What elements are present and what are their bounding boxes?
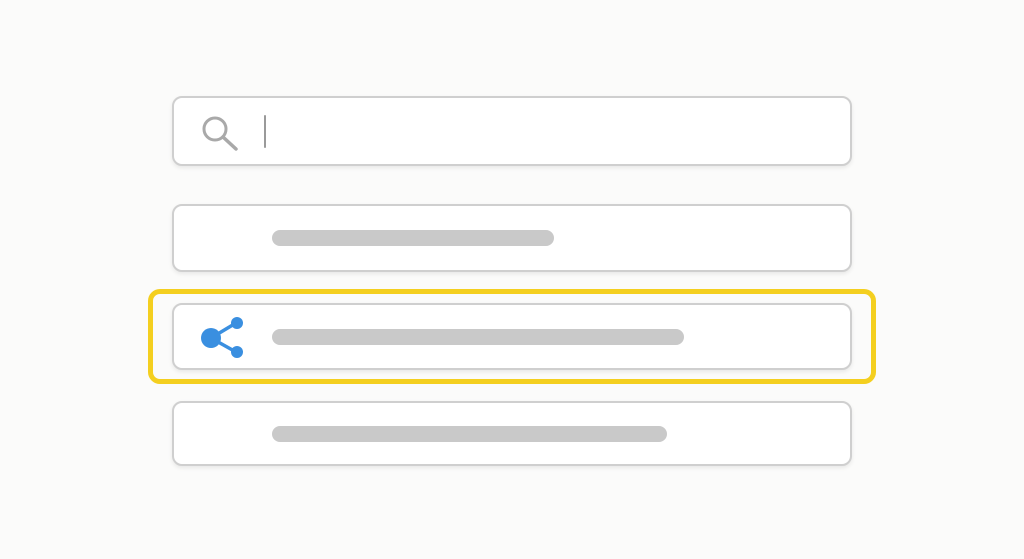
list-item-label xyxy=(272,328,684,345)
list-item[interactable] xyxy=(172,401,852,466)
text-cursor xyxy=(264,115,266,148)
search-bar[interactable] xyxy=(172,96,852,166)
share-icon xyxy=(201,317,243,358)
search-input[interactable] xyxy=(262,106,822,156)
app-canvas xyxy=(0,0,1024,559)
list-item[interactable] xyxy=(172,204,852,272)
list-item-label xyxy=(272,230,554,246)
share-list-item[interactable] xyxy=(172,303,852,370)
list-item-label xyxy=(272,425,667,442)
search-icon xyxy=(202,116,238,151)
